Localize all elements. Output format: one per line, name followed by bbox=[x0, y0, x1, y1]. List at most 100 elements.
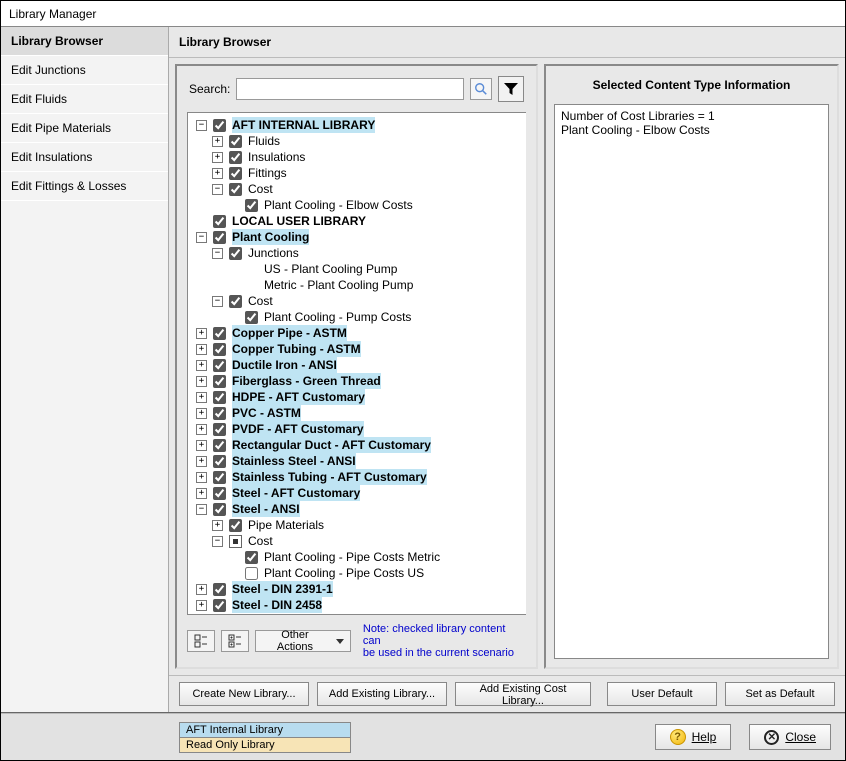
checkbox[interactable] bbox=[229, 135, 242, 148]
tree-item[interactable]: +Copper Tubing - ASTM bbox=[194, 341, 524, 357]
tree-item[interactable]: Metric - Plant Cooling Pump bbox=[226, 277, 524, 293]
collapse-icon[interactable]: − bbox=[212, 536, 223, 547]
expand-icon[interactable]: + bbox=[212, 152, 223, 163]
tree-item[interactable]: +Ductile Iron - ANSI bbox=[194, 357, 524, 373]
checkbox[interactable] bbox=[213, 503, 226, 516]
tree-item[interactable]: Plant Cooling - Elbow Costs bbox=[226, 197, 524, 213]
expand-icon[interactable]: + bbox=[196, 440, 207, 451]
checkbox[interactable] bbox=[245, 311, 258, 324]
tree-item[interactable]: +HDPE - AFT Customary bbox=[194, 389, 524, 405]
expand-icon[interactable]: + bbox=[196, 344, 207, 355]
checkbox[interactable] bbox=[213, 407, 226, 420]
tree-item[interactable]: +Pipe Materials bbox=[210, 517, 524, 533]
tree-item[interactable]: +Fluids bbox=[210, 133, 524, 149]
expand-icon[interactable]: + bbox=[196, 424, 207, 435]
expand-icon[interactable]: + bbox=[196, 600, 207, 611]
collapse-all-button[interactable] bbox=[187, 630, 215, 652]
tree-item[interactable]: −Steel - ANSI+Pipe Materials−CostPlant C… bbox=[194, 501, 524, 581]
checkbox[interactable] bbox=[229, 183, 242, 196]
sidebar-item-edit-insulations[interactable]: Edit Insulations bbox=[1, 143, 168, 172]
create-new-library-button[interactable]: Create New Library... bbox=[179, 682, 309, 706]
sidebar-item-edit-fittings-losses[interactable]: Edit Fittings & Losses bbox=[1, 172, 168, 201]
filter-button[interactable] bbox=[498, 76, 524, 102]
collapse-icon[interactable]: − bbox=[212, 184, 223, 195]
tree-item[interactable]: +Insulations bbox=[210, 149, 524, 165]
expand-icon[interactable]: + bbox=[212, 136, 223, 147]
checkbox[interactable] bbox=[213, 599, 226, 612]
checkbox[interactable] bbox=[213, 375, 226, 388]
set-as-default-button[interactable]: Set as Default bbox=[725, 682, 835, 706]
user-default-button[interactable]: User Default bbox=[607, 682, 717, 706]
tree-item[interactable]: −CostPlant Cooling - Pump Costs bbox=[210, 293, 524, 325]
checkbox[interactable] bbox=[245, 551, 258, 564]
checkbox[interactable] bbox=[213, 471, 226, 484]
tree-item[interactable]: +Steel - DIN 2458 bbox=[194, 597, 524, 613]
tree-item[interactable]: −AFT INTERNAL LIBRARY+Fluids+Insulations… bbox=[194, 117, 524, 213]
checkbox[interactable] bbox=[213, 119, 226, 132]
collapse-icon[interactable]: − bbox=[212, 296, 223, 307]
checkbox[interactable] bbox=[213, 487, 226, 500]
sidebar-item-library-browser[interactable]: Library Browser bbox=[1, 27, 168, 56]
tree-item[interactable]: +Copper Pipe - ASTM bbox=[194, 325, 524, 341]
search-icon-button[interactable] bbox=[470, 78, 492, 100]
expand-icon[interactable]: + bbox=[212, 520, 223, 531]
tree-item[interactable]: Plant Cooling - Pump Costs bbox=[226, 309, 524, 325]
checkbox[interactable] bbox=[213, 439, 226, 452]
tree-item[interactable]: +Stainless Tubing - AFT Customary bbox=[194, 469, 524, 485]
tree-item[interactable]: +Steel - DIN 2391-1 bbox=[194, 581, 524, 597]
checkbox[interactable] bbox=[245, 567, 258, 580]
sidebar-item-edit-junctions[interactable]: Edit Junctions bbox=[1, 56, 168, 85]
tree-item[interactable]: +Steel - AFT Customary bbox=[194, 485, 524, 501]
checkbox[interactable] bbox=[213, 231, 226, 244]
tree-item[interactable]: −JunctionsUS - Plant Cooling PumpMetric … bbox=[210, 245, 524, 293]
expand-icon[interactable]: + bbox=[212, 168, 223, 179]
collapse-icon[interactable]: − bbox=[196, 232, 207, 243]
sidebar-item-edit-pipe-materials[interactable]: Edit Pipe Materials bbox=[1, 114, 168, 143]
add-existing-cost-library-button[interactable]: Add Existing Cost Library... bbox=[455, 682, 591, 706]
expand-all-button[interactable] bbox=[221, 630, 249, 652]
checkbox-mixed[interactable] bbox=[229, 535, 242, 548]
tree-item[interactable]: +PVC - ASTM bbox=[194, 405, 524, 421]
checkbox[interactable] bbox=[213, 423, 226, 436]
checkbox[interactable] bbox=[213, 455, 226, 468]
add-existing-library-button[interactable]: Add Existing Library... bbox=[317, 682, 447, 706]
expand-icon[interactable]: + bbox=[196, 488, 207, 499]
checkbox[interactable] bbox=[229, 247, 242, 260]
tree-item[interactable]: +Fiberglass - Green Thread bbox=[194, 373, 524, 389]
collapse-icon[interactable]: − bbox=[212, 248, 223, 259]
expand-icon[interactable]: + bbox=[196, 360, 207, 371]
tree-item[interactable]: −CostPlant Cooling - Elbow Costs bbox=[210, 181, 524, 213]
tree-item[interactable]: Plant Cooling - Pipe Costs US bbox=[226, 565, 524, 581]
collapse-icon[interactable]: − bbox=[196, 120, 207, 131]
search-input[interactable] bbox=[236, 78, 464, 100]
checkbox[interactable] bbox=[213, 215, 226, 228]
checkbox[interactable] bbox=[213, 359, 226, 372]
checkbox[interactable] bbox=[229, 519, 242, 532]
other-actions-button[interactable]: Other Actions bbox=[255, 630, 351, 652]
help-button[interactable]: ? Help bbox=[655, 724, 732, 750]
checkbox[interactable] bbox=[229, 167, 242, 180]
checkbox[interactable] bbox=[213, 327, 226, 340]
checkbox[interactable] bbox=[229, 151, 242, 164]
expand-icon[interactable]: + bbox=[196, 408, 207, 419]
checkbox[interactable] bbox=[213, 391, 226, 404]
expand-icon[interactable]: + bbox=[196, 472, 207, 483]
tree-item[interactable]: −Plant Cooling−JunctionsUS - Plant Cooli… bbox=[194, 229, 524, 325]
checkbox[interactable] bbox=[213, 343, 226, 356]
checkbox[interactable] bbox=[245, 199, 258, 212]
tree-item[interactable]: +Stainless Steel - ANSI bbox=[194, 453, 524, 469]
tree-item[interactable]: +PVDF - AFT Customary bbox=[194, 421, 524, 437]
expand-icon[interactable]: + bbox=[196, 456, 207, 467]
tree-item[interactable]: +Fittings bbox=[210, 165, 524, 181]
checkbox[interactable] bbox=[229, 295, 242, 308]
checkbox[interactable] bbox=[213, 583, 226, 596]
tree-item[interactable]: +Rectangular Duct - AFT Customary bbox=[194, 437, 524, 453]
close-button[interactable]: ✕ Close bbox=[749, 724, 831, 750]
tree-item[interactable]: −CostPlant Cooling - Pipe Costs MetricPl… bbox=[210, 533, 524, 581]
library-tree[interactable]: −AFT INTERNAL LIBRARY+Fluids+Insulations… bbox=[187, 112, 526, 615]
expand-icon[interactable]: + bbox=[196, 376, 207, 387]
expand-icon[interactable]: + bbox=[196, 584, 207, 595]
sidebar-item-edit-fluids[interactable]: Edit Fluids bbox=[1, 85, 168, 114]
expand-icon[interactable]: + bbox=[196, 328, 207, 339]
tree-item[interactable]: US - Plant Cooling Pump bbox=[226, 261, 524, 277]
